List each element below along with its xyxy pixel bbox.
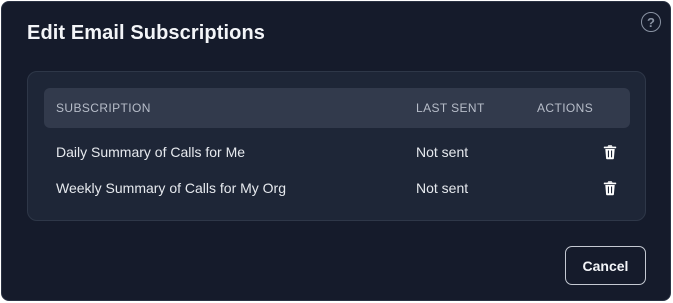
column-header-actions: ACTIONS <box>537 101 594 115</box>
table-header: SUBSCRIPTION LAST SENT ACTIONS <box>44 88 630 128</box>
trash-icon[interactable] <box>602 180 618 196</box>
trash-icon[interactable] <box>602 144 618 160</box>
subscription-name: Weekly Summary of Calls for My Org <box>56 180 287 196</box>
last-sent-value: Not sent <box>416 180 469 196</box>
cancel-button[interactable]: Cancel <box>565 246 646 285</box>
last-sent-value: Not sent <box>416 144 469 160</box>
dialog-title: Edit Email Subscriptions <box>27 22 265 44</box>
subscription-name: Daily Summary of Calls for Me <box>56 144 246 160</box>
table-row: Weekly Summary of Calls for My Org Not s… <box>44 170 630 206</box>
subscriptions-table: SUBSCRIPTION LAST SENT ACTIONS Daily Sum… <box>27 71 646 221</box>
edit-email-subscriptions-dialog: ? Edit Email Subscriptions SUBSCRIPTION … <box>1 1 671 301</box>
table-row: Daily Summary of Calls for Me Not sent <box>44 134 630 170</box>
column-header-subscription: SUBSCRIPTION <box>56 101 151 115</box>
help-icon[interactable]: ? <box>641 12 661 32</box>
column-header-last-sent: LAST SENT <box>416 101 485 115</box>
